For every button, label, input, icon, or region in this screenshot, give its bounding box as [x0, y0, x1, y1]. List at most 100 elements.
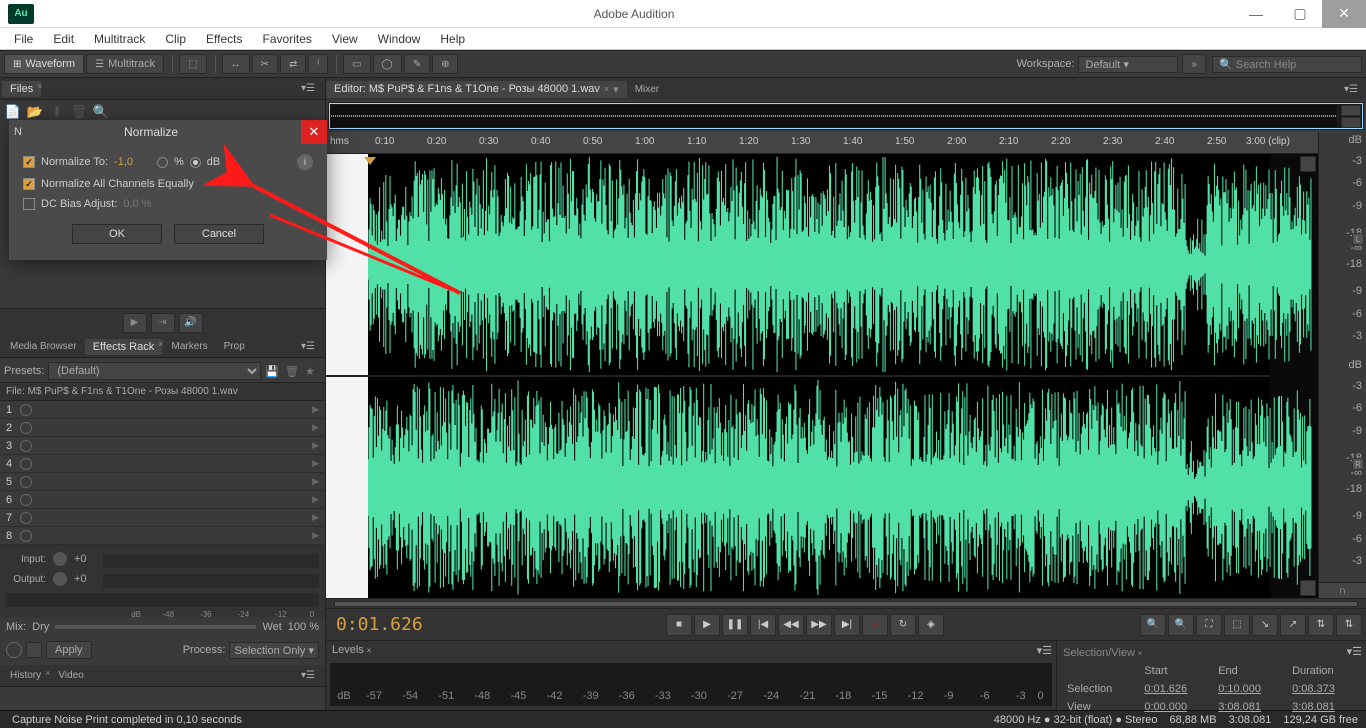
go-end-button[interactable]: ▶| [834, 614, 860, 636]
menu-view[interactable]: View [322, 30, 368, 48]
tool-heal[interactable]: ⊕ [432, 54, 458, 74]
power-icon[interactable] [20, 494, 32, 506]
play-preview-button[interactable]: ▶ [123, 313, 147, 333]
tool-hud[interactable]: ⬚ [179, 54, 206, 74]
search-icon[interactable]: 🔍 [92, 103, 110, 121]
zoom-in-point-button[interactable]: ↘ [1252, 614, 1278, 636]
tab-video[interactable]: Video [50, 668, 91, 683]
rack-power-button[interactable] [6, 642, 22, 658]
waveform-display[interactable]: hms 0:10 0:20 0:30 0:40 0:50 1:00 1:10 1… [326, 132, 1318, 598]
level-meter[interactable]: dB -57 -54 -51 -48 -45 -42 -39 -36 -33 -… [330, 663, 1052, 706]
overview-zoom-icon[interactable] [1341, 105, 1361, 116]
power-icon[interactable] [20, 440, 32, 452]
selection-region[interactable] [326, 154, 368, 375]
close-icon[interactable]: × [37, 81, 42, 91]
selection-start-value[interactable]: 0:01.626 [1140, 681, 1212, 697]
channel-right-indicator[interactable]: R [1352, 458, 1364, 470]
amplitude-ruler[interactable]: dB -3 -6 -9 -18 -∞ -18 -9 -6 -3 L dB -3 … [1318, 132, 1366, 598]
tool-lasso[interactable]: ◯ [373, 54, 402, 74]
tab-properties[interactable]: Prop [216, 339, 253, 354]
zoom-vert-out-button[interactable]: ⇅ [1336, 614, 1362, 636]
effect-slot[interactable]: 2▶ [0, 419, 325, 437]
tool-move[interactable]: ↔ [222, 54, 250, 74]
timecode-display[interactable]: 0:01.626 [326, 614, 526, 635]
presets-dropdown[interactable]: (Default) [48, 362, 261, 380]
panel-menu-button[interactable]: ▾☰ [293, 668, 323, 683]
dc-bias-checkbox[interactable] [23, 198, 35, 210]
power-icon[interactable] [20, 512, 32, 524]
levels-tab[interactable]: Levels × [326, 642, 377, 658]
auto-play-button[interactable]: 🔊 [179, 313, 203, 333]
effect-slot[interactable]: 5▶ [0, 473, 325, 491]
zoom-vert-in-button[interactable]: ⇅ [1308, 614, 1334, 636]
open-file-icon[interactable]: 📂 [26, 103, 44, 121]
horizontal-scrollbar[interactable] [334, 601, 1358, 607]
apply-button[interactable]: Apply [46, 641, 92, 659]
delete-preset-icon[interactable]: 🗑 [285, 365, 301, 378]
channel-right[interactable] [326, 375, 1270, 598]
power-icon[interactable] [20, 530, 32, 542]
menu-edit[interactable]: Edit [43, 30, 84, 48]
tool-marquee[interactable]: ▭ [343, 54, 370, 74]
effect-slot[interactable]: 8▶ [0, 527, 325, 545]
import-icon[interactable]: ⬇ [48, 103, 66, 121]
output-gain-knob[interactable] [52, 571, 68, 587]
loop-button[interactable]: ↻ [890, 614, 916, 636]
trash-icon[interactable]: 🗑 [70, 103, 88, 121]
channel-left-indicator[interactable]: L [1352, 233, 1364, 245]
vertical-zoom-button[interactable] [1300, 580, 1316, 596]
workspace-dropdown[interactable]: Default ▾ [1078, 56, 1178, 73]
channel-left[interactable] [326, 154, 1270, 375]
skip-selection-button[interactable]: ◈ [918, 614, 944, 636]
panel-menu-button[interactable]: ▾☰ [293, 81, 323, 96]
files-tab[interactable]: Files [2, 81, 41, 97]
amplitude-menu-button[interactable]: ∩ [1319, 582, 1366, 598]
loop-preview-button[interactable]: ⇥ [151, 313, 175, 333]
new-file-icon[interactable]: 📄 [4, 103, 22, 121]
pause-button[interactable]: ❚❚ [722, 614, 748, 636]
input-gain-knob[interactable] [52, 551, 68, 567]
power-icon[interactable] [20, 404, 32, 416]
zoom-in-button[interactable]: 🔍 [1140, 614, 1166, 636]
effect-slot[interactable]: 6▶ [0, 491, 325, 509]
normalize-to-checkbox[interactable] [23, 156, 35, 168]
tool-razor[interactable]: ✂ [252, 54, 278, 74]
panel-menu-button[interactable]: ▾☰ [1336, 82, 1366, 97]
tab-mixer[interactable]: Mixer [627, 82, 667, 97]
tool-brush[interactable]: ✎ [404, 54, 430, 74]
panel-menu-button[interactable]: ▾☰ [293, 339, 323, 354]
search-help-input[interactable]: 🔍 Search Help [1212, 56, 1362, 73]
overview-strip[interactable] [328, 102, 1364, 130]
power-icon[interactable] [20, 458, 32, 470]
zoom-out-button[interactable]: 🔍 [1168, 614, 1194, 636]
stop-button[interactable]: ■ [666, 614, 692, 636]
power-icon[interactable] [20, 476, 32, 488]
workspace-menu-button[interactable]: » [1182, 54, 1206, 74]
close-button[interactable]: ✕ [1322, 0, 1366, 28]
all-channels-checkbox[interactable] [23, 178, 35, 190]
process-scope-dropdown[interactable]: Selection Only ▾ [229, 642, 319, 659]
play-button[interactable]: ▶ [694, 614, 720, 636]
tab-markers[interactable]: Markers [164, 339, 216, 354]
go-start-button[interactable]: |◀ [750, 614, 776, 636]
spectral-toggle-button[interactable] [1300, 156, 1316, 172]
multitrack-view-button[interactable]: ☰ Multitrack [86, 54, 164, 74]
effect-slot[interactable]: 7▶ [0, 509, 325, 527]
menu-multitrack[interactable]: Multitrack [84, 30, 155, 48]
menu-favorites[interactable]: Favorites [253, 30, 322, 48]
close-icon[interactable]: × [604, 84, 609, 94]
tab-history[interactable]: History [2, 668, 49, 683]
tool-slip[interactable]: ⇄ [280, 54, 306, 74]
info-icon[interactable]: i [297, 154, 313, 170]
tab-media-browser[interactable]: Media Browser [2, 339, 85, 354]
cti-marker-icon[interactable] [362, 155, 378, 167]
waveform-view-button[interactable]: ⊞ Waveform [4, 54, 84, 74]
effect-slot[interactable]: 4▶ [0, 455, 325, 473]
rewind-button[interactable]: ◀◀ [778, 614, 804, 636]
tab-effects-rack[interactable]: Effects Rack [85, 339, 163, 355]
mix-slider[interactable] [55, 625, 256, 629]
normalize-value[interactable]: -1,0 [114, 156, 133, 168]
dialog-close-button[interactable]: ✕ [301, 120, 327, 144]
ok-button[interactable]: OK [72, 224, 162, 244]
rack-list-button[interactable] [26, 642, 42, 658]
